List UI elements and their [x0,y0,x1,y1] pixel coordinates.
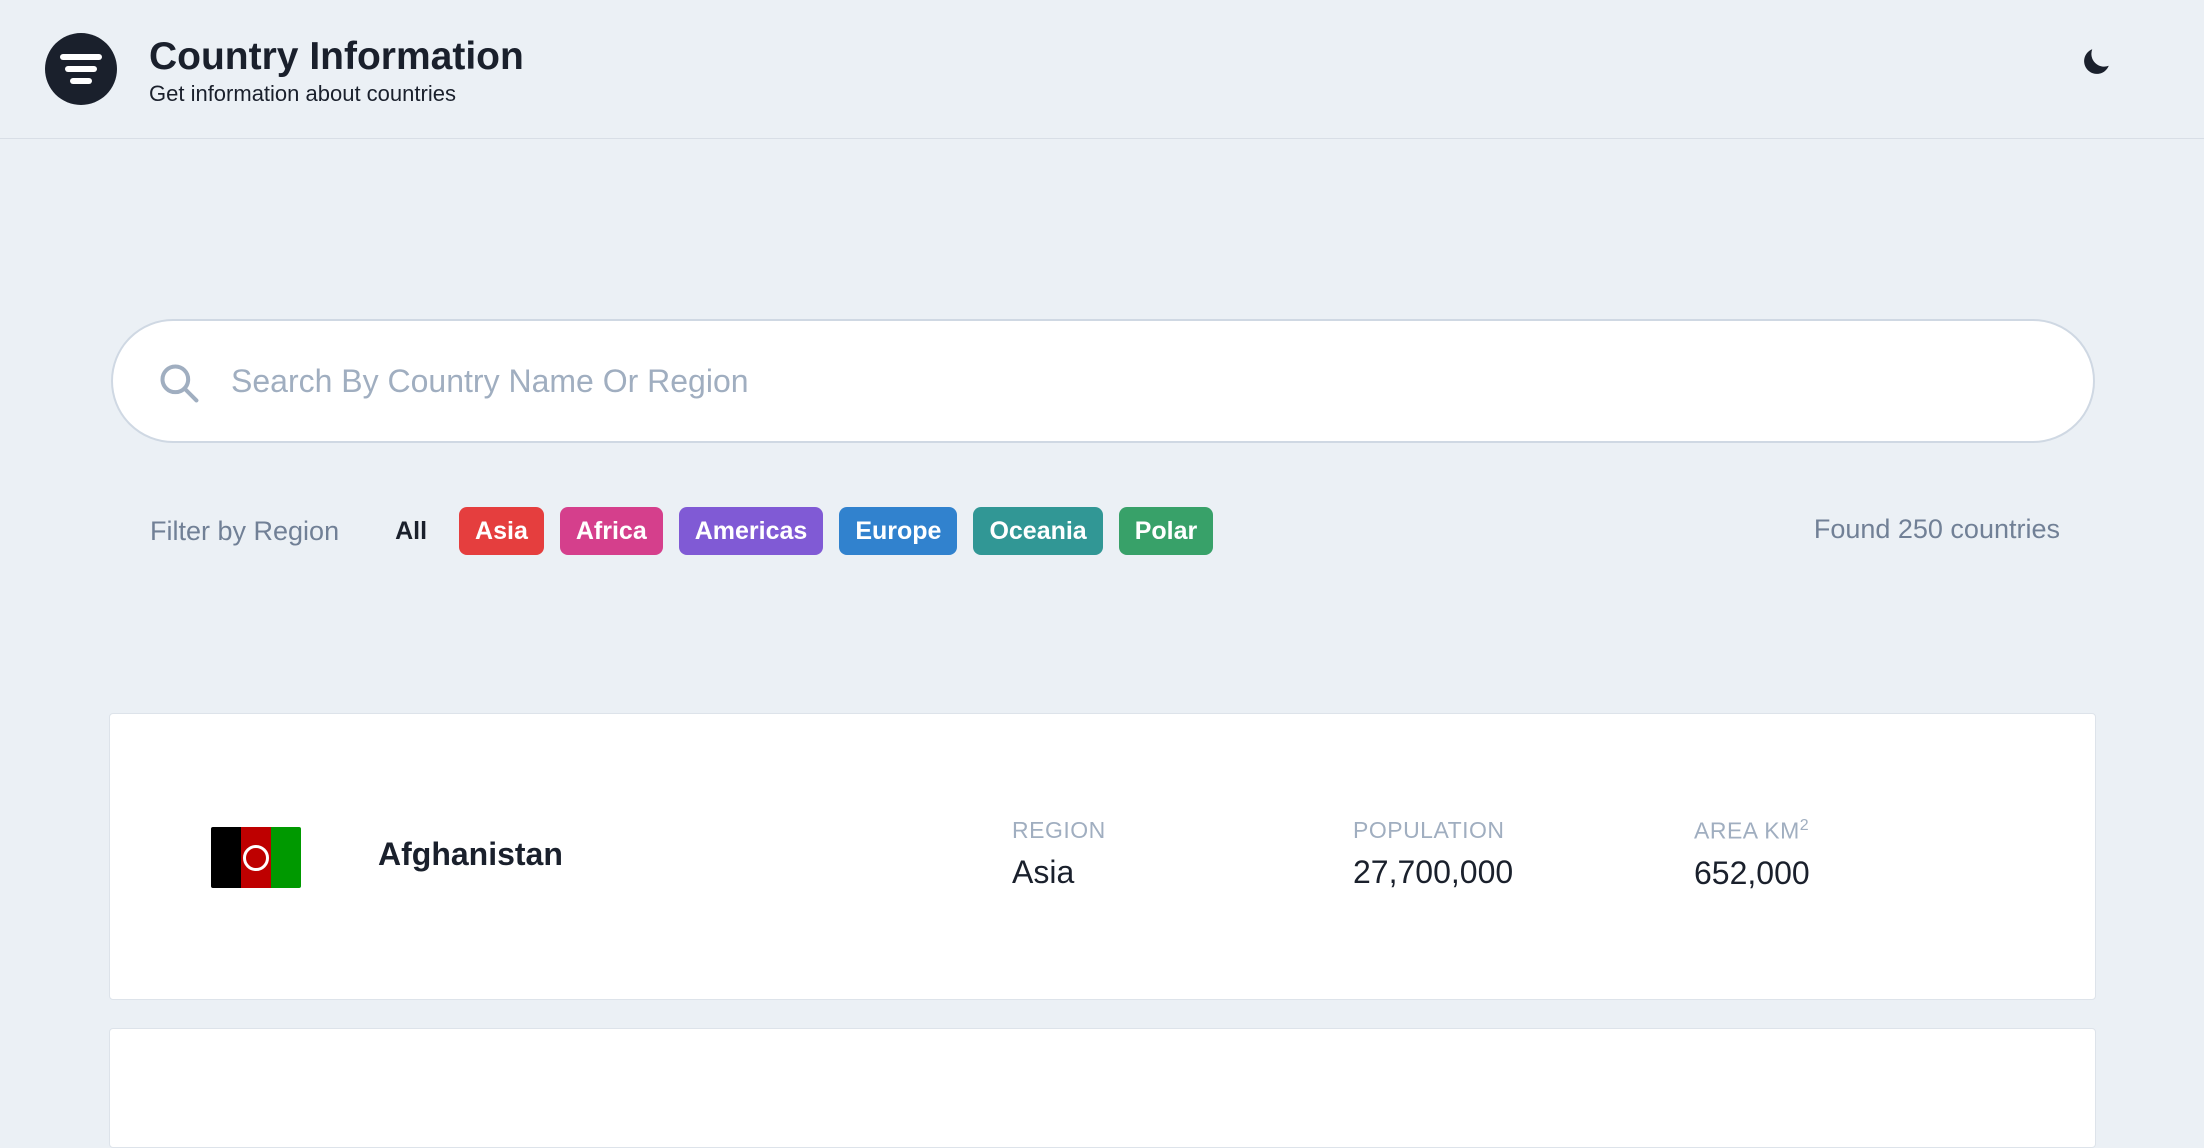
region-filter: Filter by Region All Asia Africa America… [150,506,2060,556]
filter-label: Filter by Region [150,515,340,546]
search-bar[interactable] [111,319,2095,443]
population-value: 27,700,000 [1353,854,1514,890]
app-title: Country Information [149,35,524,78]
population-label: Population [1353,817,1505,843]
app-subtitle: Get information about countries [149,81,456,106]
search-input[interactable] [231,343,2051,419]
country-card[interactable]: Afghanistan Region Asia Population 27,70… [109,713,2096,1000]
moon-icon [2084,49,2109,74]
area-stat: Area km2 652,000 [1694,817,1810,892]
app-header: Country Information Get information abou… [0,0,2204,139]
region-label: Region [1012,817,1106,843]
country-card[interactable] [109,1028,2096,1148]
filter-chip-africa[interactable]: Africa [559,507,663,555]
filter-chip-europe[interactable]: Europe [839,507,958,555]
filter-chip-all[interactable]: All [395,507,443,555]
region-value: Asia [1012,854,1075,890]
results-count: Found 250 countries [1813,514,2060,544]
filter-chip-americas[interactable]: Americas [678,507,824,555]
title-block: Country Information Get information abou… [149,34,524,108]
area-label-text: Area km [1694,817,1800,844]
region-stat: Region Asia [1012,817,1106,891]
area-value: 652,000 [1694,854,1810,891]
area-label-sup: 2 [1799,817,1810,834]
search-icon [160,364,199,403]
flag-emblem-icon [243,844,269,871]
filter-chip-polar[interactable]: Polar [1118,507,1214,555]
filter-chip-asia[interactable]: Asia [459,507,544,555]
population-stat: Population 27,700,000 [1353,817,1513,891]
country-name: Afghanistan [378,836,563,872]
filter-chip-oceania[interactable]: Oceania [973,507,1103,555]
theme-toggle-button[interactable] [2072,38,2120,86]
filter-icon [45,33,117,105]
area-label: Area km2 [1694,817,1810,845]
country-flag [211,827,301,888]
